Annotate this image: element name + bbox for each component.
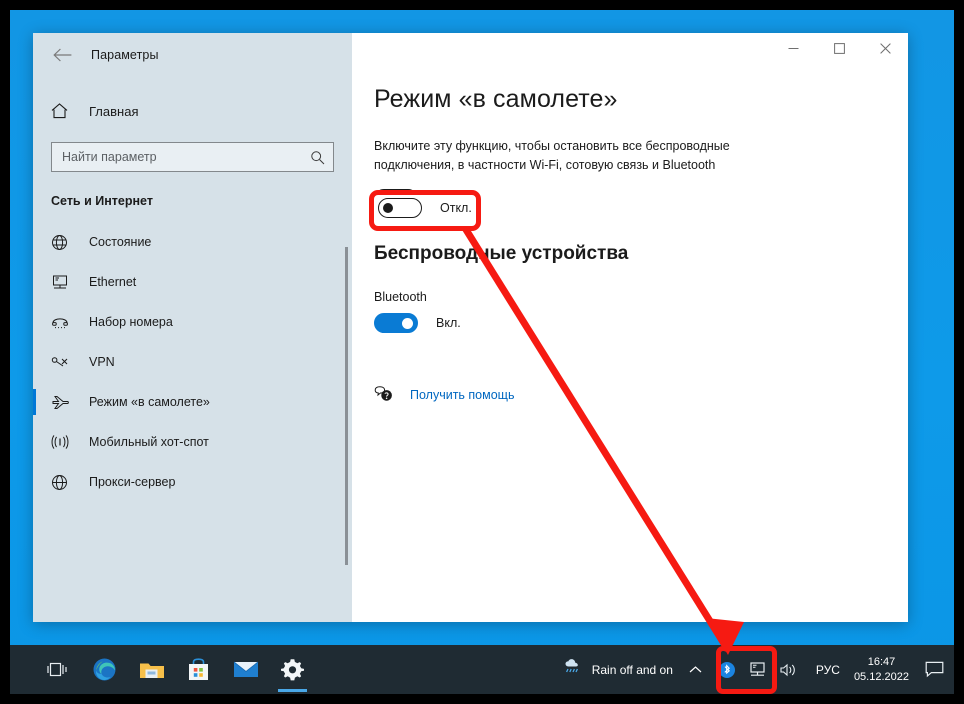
sidebar-item-home[interactable]: Главная (33, 94, 352, 128)
mail-icon (233, 661, 258, 677)
sidebar-item-label: Набор номера (89, 315, 173, 329)
taskbar-microsoft-store-button[interactable] (175, 645, 222, 694)
sidebar-item-label: VPN (89, 355, 115, 369)
sidebar-nav: Состояние Ethernet Набор номера VPN Режи… (33, 222, 352, 502)
rain-icon (564, 658, 584, 681)
bluetooth-toggle-label: Вкл. (436, 316, 461, 330)
sidebar-item-label: Ethernet (89, 275, 137, 289)
gear-icon (281, 659, 304, 681)
airplane-mode-toggle-row: Откл. (374, 189, 908, 209)
sidebar-item-label: Прокси-сервер (89, 475, 176, 489)
dial-up-icon (51, 314, 79, 330)
sidebar-item-label: Режим «в самолете» (89, 395, 210, 409)
search-box[interactable] (51, 142, 334, 172)
taskbar-weather[interactable]: Rain off and on (564, 658, 673, 681)
toggle-knob (402, 317, 413, 329)
airplane-icon (51, 394, 79, 411)
search-input[interactable] (62, 150, 310, 164)
get-help-link[interactable]: Получить помощь (410, 388, 514, 402)
page-title: Режим «в самолете» (374, 85, 618, 113)
store-icon (189, 657, 208, 680)
sidebar-item-dialup[interactable]: Набор номера (33, 302, 352, 342)
system-tray: Rain off and on РУС 16:47 05.12.2022 (564, 645, 954, 694)
vpn-icon (51, 355, 79, 369)
notification-icon[interactable] (925, 661, 944, 678)
taskbar-edge-button[interactable] (81, 645, 128, 694)
hotspot-icon (51, 434, 79, 450)
clock-time: 16:47 (867, 655, 896, 668)
active-indicator (278, 689, 307, 692)
taskbar-buttons (10, 645, 316, 694)
help-bubble-icon (374, 386, 398, 403)
home-icon (51, 103, 79, 119)
sidebar-item-label: Состояние (89, 235, 152, 249)
bluetooth-icon[interactable] (718, 661, 736, 679)
airplane-mode-toggle-label: Откл. (436, 192, 468, 206)
taskbar-mail-button[interactable] (222, 645, 269, 694)
sidebar-item-ethernet[interactable]: Ethernet (33, 262, 352, 302)
folder-icon (139, 663, 164, 678)
toggle-knob (379, 194, 389, 204)
sidebar-item-airplane-mode[interactable]: Режим «в самолете» (33, 382, 352, 422)
sidebar-item-proxy[interactable]: Прокси-сервер (33, 462, 352, 502)
settings-window: Параметры Главная Найти параметр Сеть и … (33, 33, 908, 622)
taskbar-clock[interactable]: 16:47 05.12.2022 (854, 655, 909, 685)
taskbar-file-explorer-button[interactable] (128, 645, 175, 694)
proxy-globe-icon (51, 474, 79, 491)
volume-icon[interactable] (779, 662, 798, 678)
bluetooth-toggle-row: Вкл. (374, 313, 908, 333)
sidebar-item-vpn[interactable]: VPN (33, 342, 352, 382)
ethernet-icon (51, 274, 79, 290)
get-help-row[interactable]: Получить помощь (374, 386, 908, 403)
settings-content: Режим «в самолете» Включите эту функцию,… (352, 33, 908, 622)
globe-status-icon (51, 234, 79, 251)
network-icon[interactable] (747, 661, 768, 678)
tray-icon-group (712, 661, 804, 679)
sidebar-item-status[interactable]: Состояние (33, 222, 352, 262)
screenshot-root: Параметры Главная Найти параметр Сеть и … (0, 0, 964, 704)
maximize-icon[interactable] (816, 33, 862, 64)
taskbar: Rain off and on РУС 16:47 05.12.2022 (10, 645, 954, 694)
sidebar-scrollbar[interactable] (345, 247, 348, 565)
settings-sidebar: Параметры Главная Найти параметр Сеть и … (33, 33, 352, 622)
clock-date: 05.12.2022 (853, 670, 909, 683)
wireless-devices-heading: Беспроводные устройства (374, 243, 629, 264)
back-arrow-icon[interactable] (45, 40, 79, 70)
app-title: Параметры (91, 48, 159, 62)
bluetooth-label: Bluetooth (374, 290, 427, 304)
sidebar-item-home-label: Главная (89, 103, 139, 119)
weather-text: Rain off and on (591, 662, 673, 677)
close-icon[interactable] (862, 33, 908, 64)
minimize-icon[interactable] (770, 33, 816, 64)
taskbar-settings-button[interactable] (269, 645, 316, 694)
sidebar-titlebar: Параметры (33, 33, 352, 77)
airplane-mode-toggle[interactable] (374, 189, 418, 209)
taskbar-task-view-button[interactable] (34, 645, 81, 694)
language-indicator[interactable]: РУС (816, 663, 840, 677)
sidebar-category-title: Сеть и Интернет (51, 194, 153, 208)
page-description: Включите эту функцию, чтобы остановить в… (374, 139, 730, 172)
window-controls (770, 33, 908, 64)
selection-indicator (33, 389, 36, 415)
bluetooth-toggle[interactable] (374, 313, 418, 333)
chevron-up-icon[interactable] (689, 665, 702, 674)
sidebar-item-mobile-hotspot[interactable]: Мобильный хот-спот (33, 422, 352, 462)
search-icon (310, 150, 325, 165)
sidebar-item-label: Мобильный хот-спот (89, 435, 209, 449)
desktop: Параметры Главная Найти параметр Сеть и … (10, 10, 954, 694)
task-view-icon (47, 662, 67, 676)
edge-icon (93, 658, 116, 681)
